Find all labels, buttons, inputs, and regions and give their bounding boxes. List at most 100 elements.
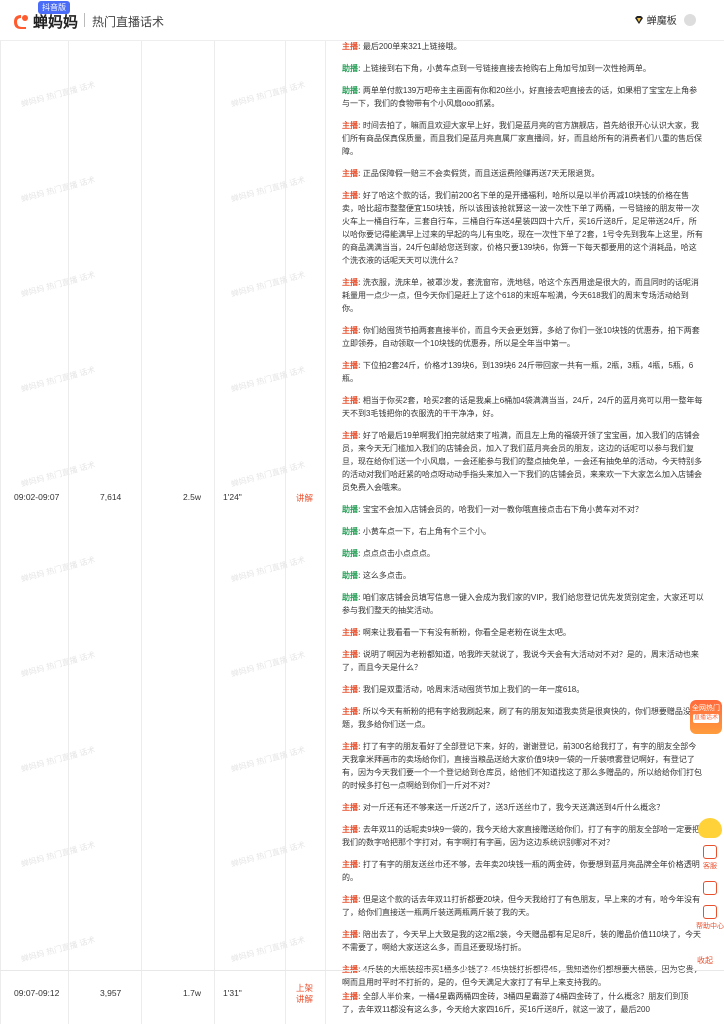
speaker-label: 主播: (342, 191, 361, 200)
column-divider (325, 40, 326, 1024)
qr-button[interactable] (696, 881, 724, 895)
speaker-label: 主播: (342, 121, 361, 130)
row-time: 09:02-09:07 (14, 492, 60, 502)
speaker-label: 助播: (342, 527, 361, 536)
speaker-label: 助播: (342, 571, 361, 580)
script-text: 4斤装的大瓶装超市买1桶多少钱了？45块钱打折都得45，我知道你们都想要大桶装，… (342, 965, 702, 987)
watermark-text: 蝉妈妈 热门直播 话术 (20, 840, 97, 869)
script-line: 主播: 正品保障假一赔三不会卖假货，而且送运费险赚再送7天无限退货。 (342, 167, 704, 180)
speaker-label: 主播: (342, 803, 361, 812)
script-line: 主播: 对一斤还有还不够来送一斤送2斤了，送3斤送丝巾了，我今天送满送到4斤什么… (342, 801, 704, 814)
kefu-label: 客服 (703, 863, 717, 870)
page-title: 热门直播话术 (92, 15, 165, 29)
watermark-text: 蝉妈妈 热门直播 话术 (20, 555, 97, 584)
script-text: 洗衣服，洗床单，被罩沙发，套洗窗帘，洗地毯，哈这个东西用途是很大的，而且同时的话… (342, 278, 699, 313)
username: 蝉魔板 (646, 16, 677, 27)
script-text: 下位拍2套24斤，价格才139块6，到139块6 24斤带回家一共有一瓶，2瓶，… (342, 361, 694, 383)
speaker-label: 主播: (342, 685, 361, 694)
user-menu[interactable]: 蝉魔板 (634, 12, 696, 27)
watermark-text: 蝉妈妈 热门直播 话术 (230, 460, 307, 489)
brand-name[interactable]: 蝉妈妈 (33, 11, 78, 32)
script-text: 小黄车点一下，右上角有个三个小。 (362, 527, 491, 536)
column-divider (141, 40, 142, 1024)
customer-service-button[interactable]: 客服 (696, 845, 724, 871)
script-dialog: 主播: 最后200单来321上链接哦。助播: 上链接到右下角，小黄车点到一号链接… (342, 40, 704, 998)
script-text: 说明了啊因为老粉都知道，哈我昨天就说了，我说今天会有大活动对不对？是的，周末活动… (342, 650, 699, 672)
mascot-icon[interactable] (698, 818, 722, 838)
speaker-label: 助播: (342, 505, 361, 514)
row-type-link[interactable]: 讲解 (296, 492, 313, 504)
script-text: 咱们家店铺会员填写信息一键入会成为我们家的VIP，我们给您登记优先发货别定金，大… (342, 593, 704, 615)
script-line: 主播: 时间去拍了，嘛而且欢迎大家早上好，我们是蓝月亮的官方旗舰店，首先给很开心… (342, 119, 704, 158)
watermark-text: 蝉妈妈 热门直播 话术 (20, 80, 97, 109)
headset-icon (703, 845, 717, 859)
speaker-label: 主播: (342, 431, 361, 440)
watermark-text: 蝉妈妈 热门直播 话术 (230, 555, 307, 584)
script-line: 主播: 全部人半价来，一桶4星霸两桶四金砖，3桶四星霸游了4桶四金砖了，什么概念… (342, 990, 704, 1016)
script-text: 打了有字的朋友看好了全部登记下来，好的，谢谢登记，前300名给我打了，有字的朋友… (342, 742, 702, 790)
script-line: 主播: 4斤装的大瓶装超市买1桶多少钱了？45块钱打折都得45，我知道你们都想要… (342, 963, 704, 989)
script-line: 主播: 下位拍2套24斤，价格才139块6，到139块6 24斤带回家一共有一瓶… (342, 359, 704, 385)
script-line: 主播: 好了哈这个款的话，我们前200名下单的是开播福利，哈所以是以半价再减10… (342, 189, 704, 267)
hot-script-float-badge[interactable]: 全网热门 直播话术 (690, 700, 722, 734)
script-text: 好了哈这个款的话，我们前200名下单的是开播福利，哈所以是以半价再减10块钱的价… (342, 191, 703, 265)
column-divider (214, 40, 215, 1024)
watermark-text: 蝉妈妈 热门直播 话术 (20, 745, 97, 774)
script-line: 主播: 你们给囤货节拍两套直接半价，而且今天会更划算，多给了你们一张10块钱的优… (342, 324, 704, 350)
vip-diamond-icon (635, 16, 643, 24)
column-divider (285, 40, 286, 1024)
qrcode-icon (703, 881, 717, 895)
speaker-label: 主播: (342, 650, 361, 659)
script-line: 主播: 啊来让我看看一下有没有新粉，你看全是老粉在说生太吧。 (342, 626, 704, 639)
script-line: 主播: 陪出去了，今天早上大致是我的这2瓶2装，今天赠品都有足足8斤，装的赠品价… (342, 928, 704, 954)
help-icon (703, 905, 717, 919)
row-separator (0, 970, 724, 971)
speaker-label: 主播: (342, 628, 361, 637)
script-line: 助播: 小黄车点一下，右上角有个三个小。 (342, 525, 704, 538)
script-text: 我们是双重活动，哈周末活动囤货节加上我们的一年一度618。 (362, 685, 585, 694)
avatar[interactable] (683, 14, 696, 26)
help-center-button[interactable]: 帮助中心 (696, 905, 724, 931)
script-line: 助播: 宝宝不会加入店铺会员的，哈我们一对一教你哦直接点击右下角小黄车对不对？ (342, 503, 704, 516)
type-line-2: 讲解 (296, 994, 314, 1004)
speaker-label: 主播: (342, 992, 361, 1001)
watermark-text: 蝉妈妈 热门直播 话术 (20, 935, 97, 964)
badge-line-1: 全网热门 (692, 705, 720, 712)
script-line: 助播: 这么多点击。 (342, 569, 704, 582)
speaker-label: 主播: (342, 42, 361, 51)
speaker-label: 主播: (342, 860, 361, 869)
speaker-label: 主播: (342, 169, 361, 178)
script-line: 主播: 最后200单来321上链接哦。 (342, 40, 704, 53)
script-line: 主播: 好了哈最后19单啊我们拍完就结束了啦满，而且左上角的福袋开领了宝宝画，加… (342, 429, 704, 494)
watermark-text: 蝉妈妈 热门直播 话术 (20, 460, 97, 489)
script-text: 时间去拍了，嘛而且欢迎大家早上好，我们是蓝月亮的官方旗舰店，首先给很开心认识大家… (342, 121, 702, 156)
speaker-label: 助播: (342, 86, 361, 95)
script-text: 你们给囤货节拍两套直接半价，而且今天会更划算，多给了你们一张10块钱的优惠券，拍… (342, 326, 700, 348)
script-line: 主播: 相当于你买2套，哈买2套的话是我桌上6桶加4袋满满当当，24斤，24斤的… (342, 394, 704, 420)
watermark-text: 蝉妈妈 热门直播 话术 (230, 650, 307, 679)
script-line: 主播: 洗衣服，洗床单，被罩沙发，套洗窗帘，洗地毯，哈这个东西用途是很大的，而且… (342, 276, 704, 315)
chanmama-logo-icon[interactable] (12, 12, 30, 30)
watermark-text: 蝉妈妈 热门直播 话术 (230, 840, 307, 869)
script-line: 主播: 所以今天有新粉的把有字给我刷起来，刷了有的朋友知道我卖货是很爽快的，你们… (342, 705, 704, 731)
badge-line-2: 直播话术 (692, 714, 719, 723)
script-line: 主播: 打了有字的朋友看好了全部登记下来，好的，谢谢登记，前300名给我打了，有… (342, 740, 704, 792)
type-line-1: 上架 (296, 983, 314, 993)
script-text: 正品保障假一赔三不会卖假货，而且送运费险赚再送7天无限退货。 (362, 169, 600, 178)
row-duration: 1'24" (223, 492, 242, 502)
watermark-text: 蝉妈妈 热门直播 话术 (230, 745, 307, 774)
script-text: 啊来让我看看一下有没有新粉，你看全是老粉在说生太吧。 (362, 628, 571, 637)
script-text: 最后200单来321上链接哦。 (362, 42, 462, 51)
speaker-label: 主播: (342, 278, 361, 287)
script-text: 陪出去了，今天早上大致是我的这2瓶2装，今天赠品都有足足8斤，装的赠品价值110… (342, 930, 702, 952)
script-line: 主播: 说明了啊因为老粉都知道，哈我昨天就说了，我说今天会有大活动对不对？是的，… (342, 648, 704, 674)
row-likes: 1.7w (183, 988, 201, 998)
script-line: 主播: 我们是双重活动，哈周末活动囤货节加上我们的一年一度618。 (342, 683, 704, 696)
script-text: 上链接到右下角，小黄车点到一号链接直接去抢购右上角加号加到一次性抢两单。 (362, 64, 651, 73)
speaker-label: 主播: (342, 742, 361, 751)
script-text: 两单单付款139万吧帝主主画面有你和20丝小，好直接去吧直接去的话，如果相了宝宝… (342, 86, 698, 108)
side-panel: 客服 帮助中心 (696, 845, 724, 965)
speaker-label: 助播: (342, 64, 361, 73)
watermark-text: 蝉妈妈 热门直播 话术 (230, 365, 307, 394)
row-type-link[interactable]: 上架 讲解 (296, 983, 313, 1005)
